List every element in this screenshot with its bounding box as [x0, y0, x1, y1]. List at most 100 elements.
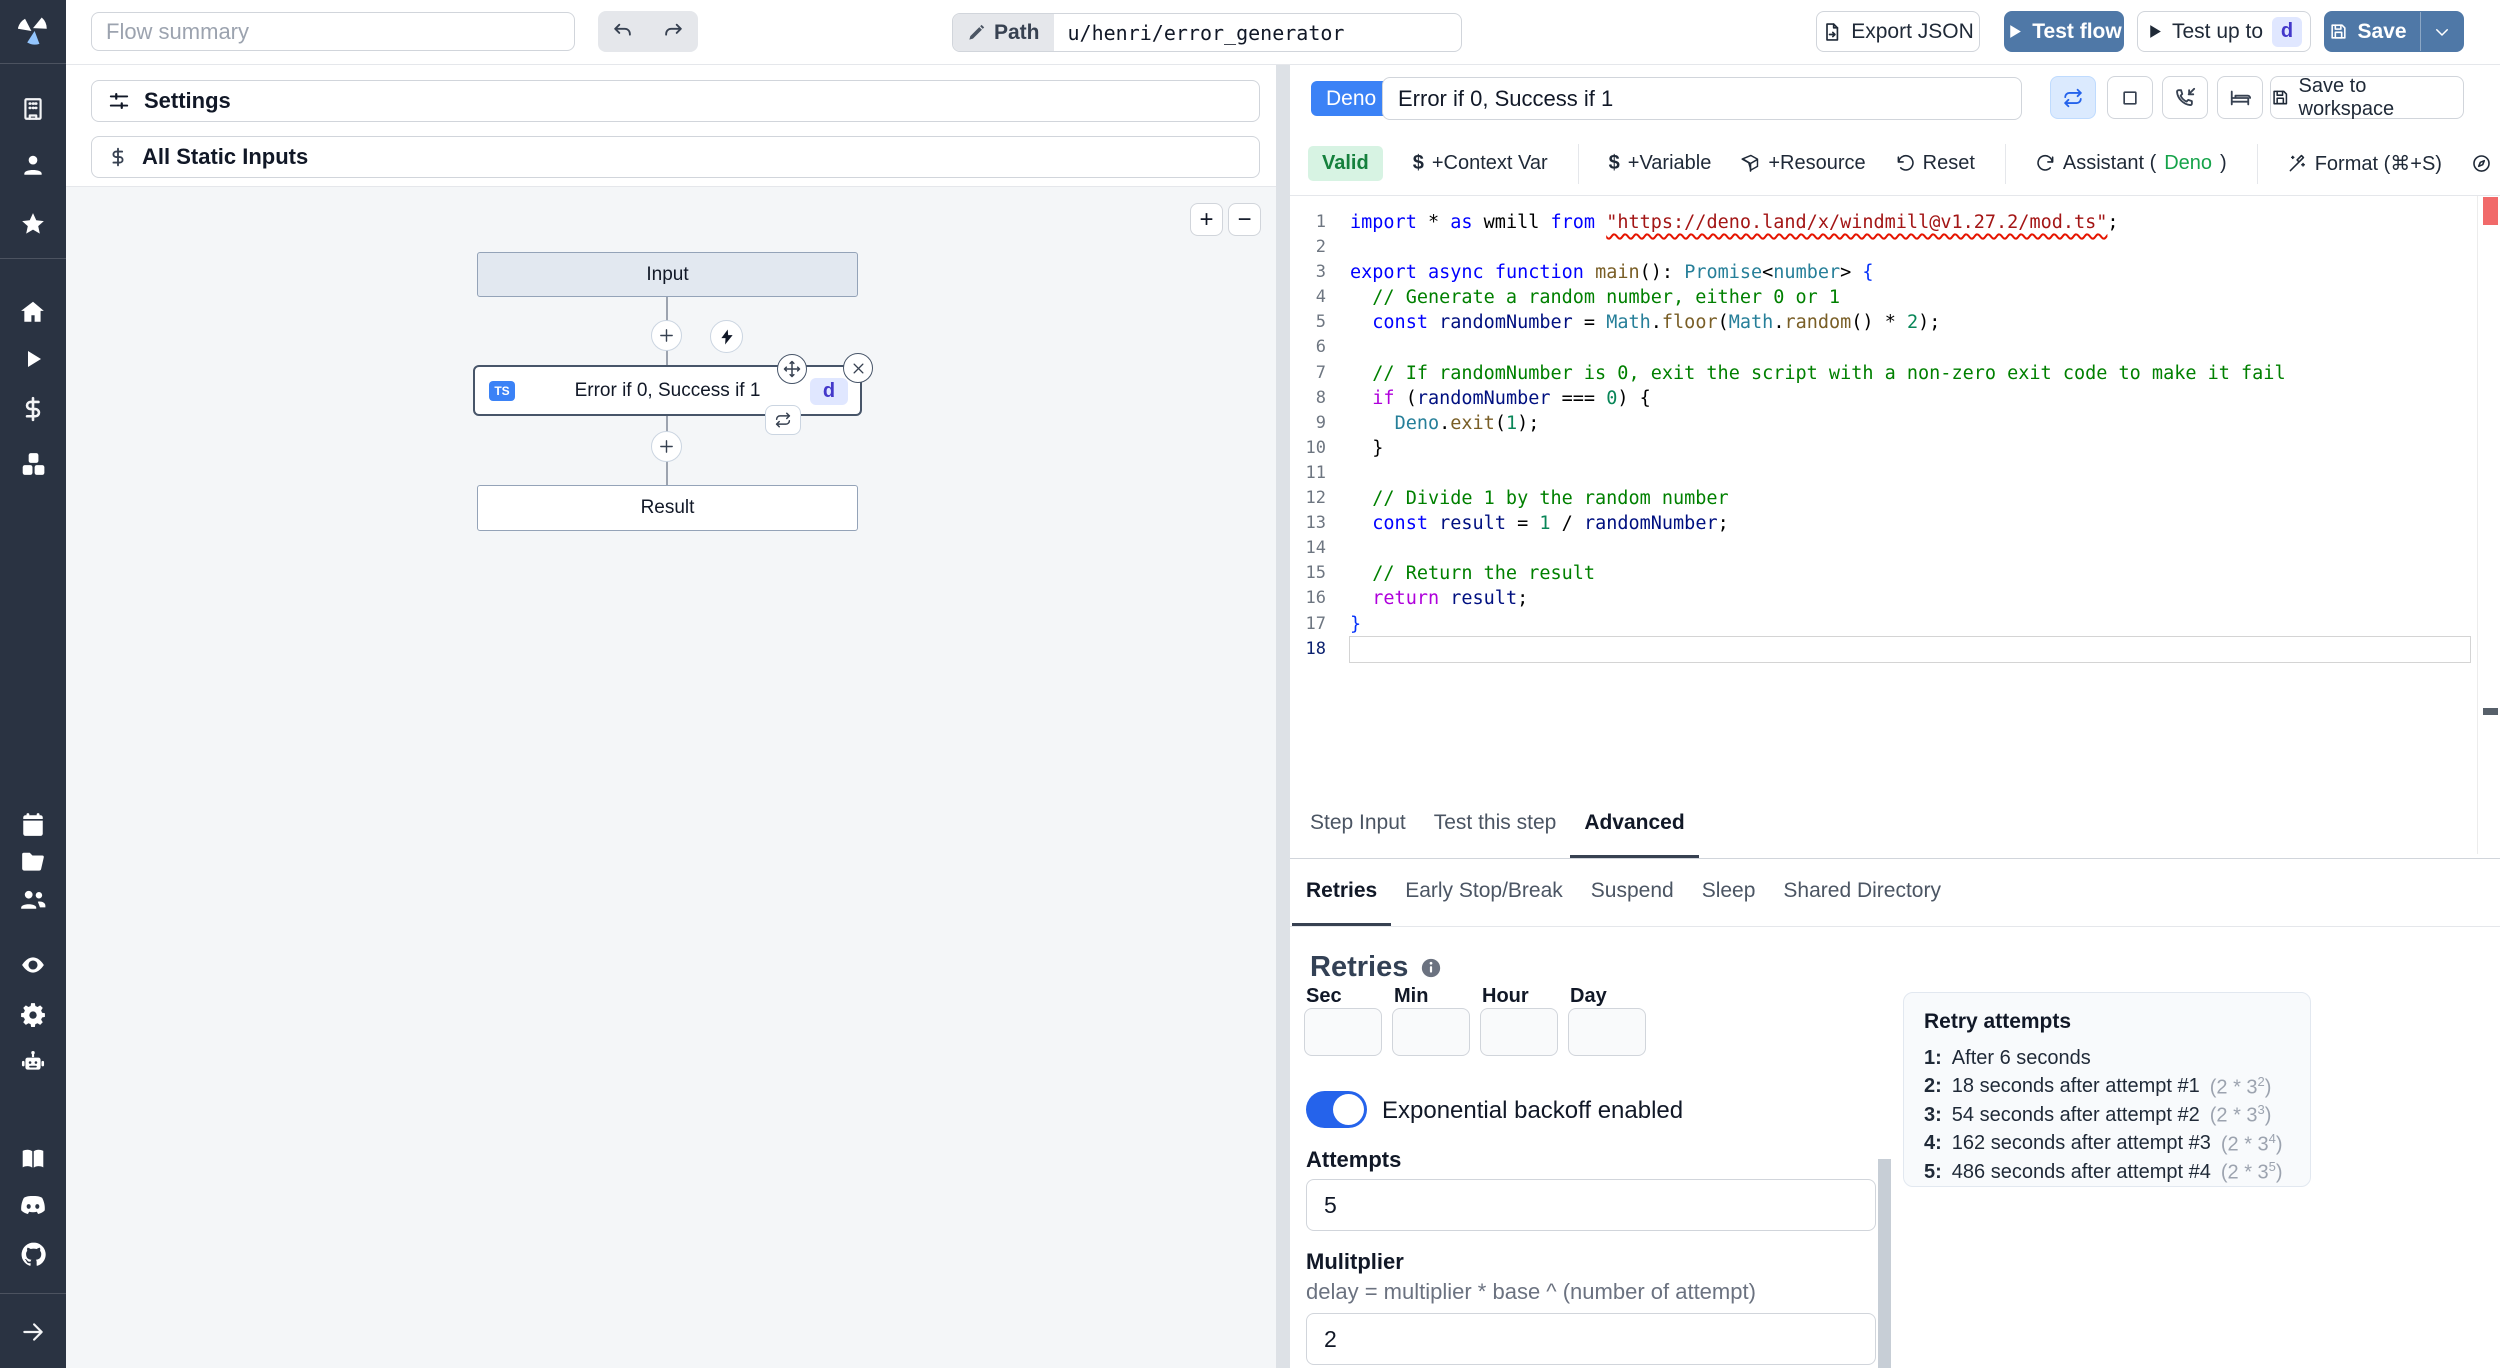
typescript-badge: TS — [489, 380, 515, 401]
sleep-indicator-button[interactable] — [2217, 76, 2263, 119]
tab-advanced[interactable]: Advanced — [1570, 790, 1699, 858]
compass-icon — [2473, 155, 2490, 172]
retry-time-input[interactable] — [1304, 1008, 1382, 1056]
flow-summary-input[interactable]: Flow summary — [91, 12, 575, 51]
zoom-out-button[interactable]: − — [1228, 203, 1261, 236]
sidebar-item-workers[interactable] — [0, 1047, 66, 1077]
sidebar-item-discord[interactable] — [0, 1192, 66, 1222]
windmill-logo[interactable] — [0, 15, 66, 45]
flow-node-input[interactable]: Input — [477, 252, 858, 297]
app-sidebar — [0, 0, 66, 1368]
sidebar-item-audit-logs[interactable] — [0, 950, 66, 980]
subtab-early-stop[interactable]: Early Stop/Break — [1391, 859, 1577, 926]
flow-settings-row[interactable]: Settings — [91, 80, 1260, 122]
undo-button[interactable] — [598, 11, 648, 52]
subtab-suspend[interactable]: Suspend — [1577, 859, 1688, 926]
add-variable-button[interactable]: $ +Variable — [1609, 152, 1712, 175]
retry-time-input[interactable] — [1480, 1008, 1558, 1056]
reset-button[interactable]: Reset — [1896, 152, 1975, 175]
code-line[interactable]: 17} — [1290, 612, 2500, 637]
sidebar-item-folders[interactable] — [0, 847, 66, 877]
save-to-workspace-button[interactable]: Save to workspace — [2270, 75, 2464, 120]
code-line[interactable]: 11 — [1290, 461, 2500, 486]
assistant-button[interactable]: Assistant (Deno) — [2036, 152, 2227, 175]
add-context-var-button[interactable]: $ +Context Var — [1413, 152, 1548, 175]
save-dropdown-button[interactable] — [2420, 12, 2463, 51]
delete-step-button[interactable] — [843, 353, 873, 383]
code-line[interactable]: 4 // Generate a random number, either 0 … — [1290, 285, 2500, 310]
retries-scrollbar[interactable] — [1878, 1159, 1891, 1368]
multiplier-input[interactable]: 2 — [1306, 1313, 1876, 1365]
code-line[interactable]: 18 — [1290, 635, 2500, 663]
insert-step-button[interactable] — [651, 320, 682, 351]
code-line[interactable]: 5 const randomNumber = Math.floor(Math.r… — [1290, 310, 2500, 335]
code-line[interactable]: 12 // Divide 1 by the random number — [1290, 486, 2500, 511]
sidebar-item-home[interactable] — [0, 297, 66, 327]
code-line[interactable]: 15 // Return the result — [1290, 561, 2500, 586]
code-line[interactable]: 3 export async function main(): Promise<n… — [1290, 260, 2500, 285]
sidebar-item-schedules[interactable] — [0, 810, 66, 840]
retries-indicator-button[interactable] — [2050, 76, 2096, 119]
path-value-input[interactable]: u/henri/error_generator — [1054, 14, 1359, 51]
tab-test-this-step[interactable]: Test this step — [1420, 790, 1571, 858]
attempts-input[interactable]: 5 — [1306, 1179, 1876, 1231]
code-line[interactable]: 10 } — [1290, 436, 2500, 461]
sidebar-item-workspace[interactable] — [0, 94, 66, 124]
retry-time-input[interactable] — [1392, 1008, 1470, 1056]
sidebar-item-resources[interactable] — [0, 449, 66, 479]
add-resource-button[interactable]: +Resource — [1741, 152, 1866, 175]
move-step-button[interactable] — [777, 354, 807, 384]
code-line[interactable]: 1 import * as wmill from "https://deno.la… — [1290, 210, 2500, 235]
editor-overview-ruler — [2477, 196, 2500, 854]
code-line[interactable]: 16 return result; — [1290, 586, 2500, 611]
flow-node-result[interactable]: Result — [477, 485, 858, 531]
sidebar-item-settings[interactable] — [0, 999, 66, 1029]
sidebar-item-docs[interactable] — [0, 1144, 66, 1174]
format-button[interactable]: Format (⌘+S) — [2288, 151, 2442, 176]
trigger-button[interactable] — [710, 320, 743, 353]
retry-attempt-item: 5: 486 seconds after attempt #4 (2 * 35) — [1924, 1159, 2283, 1185]
step-retry-indicator[interactable] — [765, 405, 801, 435]
sidebar-item-groups[interactable] — [0, 884, 66, 914]
test-flow-button[interactable]: Test flow — [2004, 11, 2124, 52]
step-title-input[interactable]: Error if 0, Success if 1 — [1382, 77, 2022, 120]
code-line[interactable]: 7 // If randomNumber is 0, exit the scri… — [1290, 361, 2500, 386]
save-button[interactable]: Save — [2325, 20, 2411, 44]
sidebar-item-user[interactable] — [0, 150, 66, 180]
info-icon[interactable] — [1420, 957, 1442, 979]
retry-time-input[interactable] — [1568, 1008, 1646, 1056]
sidebar-item-variables[interactable] — [0, 394, 66, 424]
redo-icon — [665, 23, 682, 36]
subtab-shared-directory[interactable]: Shared Directory — [1769, 859, 1955, 926]
export-json-button[interactable]: Export JSON — [1816, 11, 1980, 52]
sidebar-item-github[interactable] — [0, 1239, 66, 1269]
sidebar-item-runs[interactable] — [0, 344, 66, 374]
code-editor[interactable]: 1 import * as wmill from "https://deno.la… — [1290, 196, 2500, 854]
sidebar-item-favorites[interactable] — [0, 209, 66, 239]
suspend-indicator-button[interactable] — [2162, 76, 2208, 119]
sidebar-collapse-toggle[interactable] — [0, 1317, 66, 1347]
code-line[interactable]: 2 — [1290, 235, 2500, 260]
all-static-inputs-row[interactable]: All Static Inputs — [91, 136, 1260, 178]
exponential-backoff-toggle[interactable] — [1306, 1091, 1367, 1128]
code-line[interactable]: 13 const result = 1 / randomNumber; — [1290, 511, 2500, 536]
play-icon — [2150, 25, 2161, 38]
code-line[interactable]: 6 — [1290, 335, 2500, 360]
zoom-in-button[interactable]: + — [1190, 203, 1223, 236]
subtab-retries[interactable]: Retries — [1292, 859, 1392, 926]
redo-button[interactable] — [648, 11, 698, 52]
tab-step-input[interactable]: Step Input — [1296, 790, 1420, 858]
code-line[interactable]: 8 if (randomNumber === 0) { — [1290, 386, 2500, 411]
windmill-flow-editor: Flow summary Path u/henri/error_generato… — [0, 0, 2500, 1368]
save-icon — [2273, 90, 2288, 105]
panel-splitter[interactable] — [1276, 64, 1290, 1368]
test-up-to-button[interactable]: Test up to d — [2137, 11, 2311, 52]
close-icon — [853, 363, 863, 373]
early-stop-indicator-button[interactable] — [2107, 76, 2153, 119]
code-line[interactable]: 14 — [1290, 536, 2500, 561]
subtab-sleep[interactable]: Sleep — [1688, 859, 1770, 926]
insert-step-button[interactable] — [651, 431, 682, 462]
flow-canvas[interactable]: + − Input TS Error if 0, Success if 1 d — [66, 186, 1276, 1368]
code-line[interactable]: 9 Deno.exit(1); — [1290, 411, 2500, 436]
explore-scripts-button[interactable]: Explore other s — [2472, 152, 2500, 175]
